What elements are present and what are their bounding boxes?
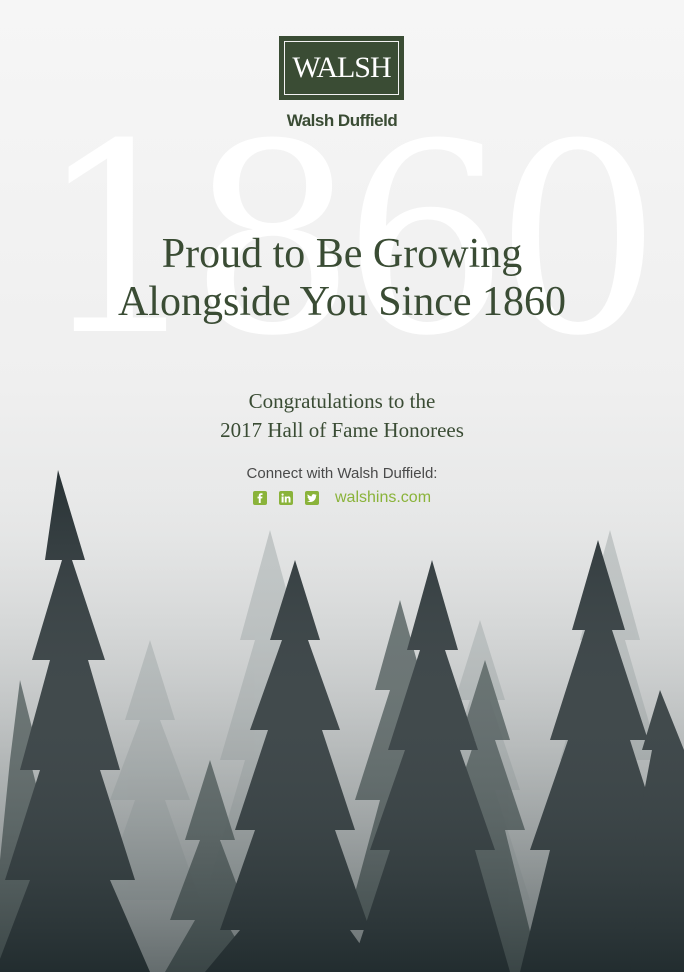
walsh-logo: WALSH bbox=[279, 36, 404, 100]
ad-page: 1860 WALSH Walsh Duffield Proud to Be Gr… bbox=[0, 0, 684, 972]
congratulations-text: Congratulations to the 2017 Hall of Fame… bbox=[0, 387, 684, 445]
subhead-line-2: 2017 Hall of Fame Honorees bbox=[220, 418, 464, 442]
headline-line-2: Alongside You Since 1860 bbox=[117, 279, 567, 325]
social-links: walshins.com bbox=[0, 489, 684, 507]
subhead-line-1: Congratulations to the bbox=[248, 389, 436, 413]
website-link[interactable]: walshins.com bbox=[335, 489, 431, 507]
headline: Proud to Be Growing Alongside You Since … bbox=[0, 230, 684, 326]
linkedin-icon[interactable] bbox=[278, 491, 293, 505]
brand-name: Walsh Duffield bbox=[286, 111, 398, 130]
twitter-icon[interactable] bbox=[304, 491, 319, 505]
connect-label: Connect with Walsh Duffield: bbox=[246, 465, 438, 482]
facebook-icon[interactable] bbox=[252, 491, 267, 505]
headline-line-1: Proud to Be Growing bbox=[161, 231, 523, 277]
logo-wordmark: WALSH bbox=[292, 51, 391, 84]
